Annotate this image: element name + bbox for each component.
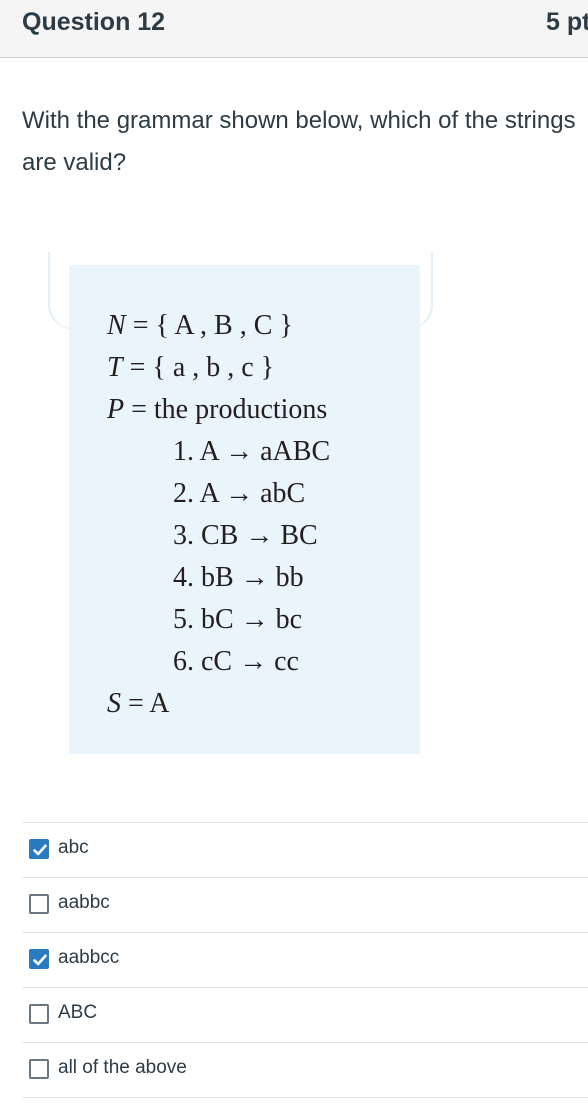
checkbox-icon[interactable]: [29, 1004, 49, 1024]
checkbox-checked-icon[interactable]: [29, 949, 49, 969]
production-rule: 4. bB → bb: [173, 562, 304, 593]
production-rule: 5. bC → bc: [173, 604, 303, 635]
productions-text: the productions: [153, 394, 328, 425]
option-label[interactable]: aabbcc: [58, 947, 119, 969]
grammar-nonterminals: N = { A , B , C }: [107, 310, 293, 342]
terminals-set: { a , b , c }: [152, 352, 275, 383]
grammar-start-symbol: S = A: [107, 688, 170, 720]
checkbox-icon[interactable]: [29, 894, 49, 914]
answer-options: abc aabbc aabbcc ABC all of the above: [22, 822, 588, 1098]
grammar-terminals: T = { a , b , c }: [107, 352, 274, 384]
terminals-symbol: T: [107, 352, 123, 383]
option-label[interactable]: abc: [58, 837, 89, 859]
equals-sign: =: [128, 688, 144, 719]
production-rule: 3. CB → BC: [173, 520, 318, 551]
option-label[interactable]: all of the above: [58, 1057, 187, 1079]
grammar-productions-label: P = the productions: [107, 394, 327, 426]
production-rule: 6. cC → cc: [173, 646, 299, 677]
start-symbol: S: [107, 688, 121, 719]
answer-option[interactable]: aabbc: [22, 878, 588, 933]
equals-sign: =: [132, 310, 149, 341]
checkbox-icon[interactable]: [29, 1059, 49, 1079]
nonterminals-set: { A , B , C }: [155, 310, 293, 341]
equals-sign: =: [131, 394, 147, 425]
answer-option[interactable]: abc: [22, 823, 588, 878]
option-label[interactable]: aabbc: [58, 892, 110, 914]
question-header: Question 12 5 pt: [0, 0, 588, 58]
production-rule: 1. A → aABC: [173, 436, 331, 467]
answer-option[interactable]: all of the above: [22, 1043, 588, 1098]
productions-symbol: P: [107, 394, 125, 425]
checkbox-checked-icon[interactable]: [29, 839, 49, 859]
start-value: A: [149, 688, 170, 719]
answer-option[interactable]: ABC: [22, 988, 588, 1043]
grammar-figure: N = { A , B , C } T = { a , b , c } P = …: [69, 265, 420, 754]
option-label[interactable]: ABC: [58, 1002, 97, 1024]
answer-option[interactable]: aabbcc: [22, 933, 588, 988]
production-rule: 2. A → abC: [173, 478, 306, 509]
question-title: Question 12: [22, 8, 166, 36]
question-points: 5 pt: [546, 8, 588, 36]
equals-sign: =: [129, 352, 146, 383]
nonterminals-symbol: N: [107, 310, 126, 341]
question-prompt: With the grammar shown below, which of t…: [22, 107, 576, 176]
